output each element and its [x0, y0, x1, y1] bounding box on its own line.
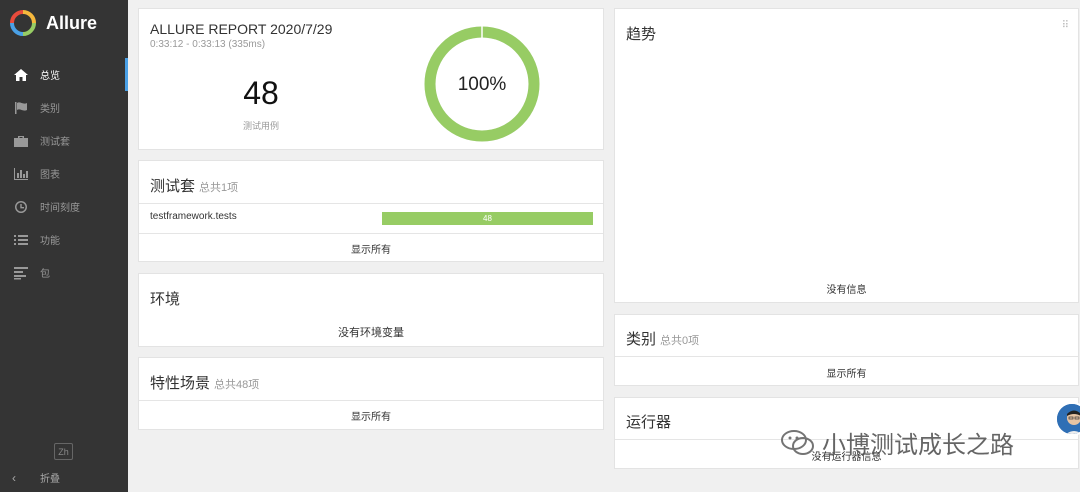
clock-icon — [12, 200, 30, 214]
features-header: 特性场景 总共48项 — [150, 372, 259, 393]
categories-title: 类别 — [626, 331, 657, 348]
trend-title: 趋势 — [626, 26, 657, 43]
app-logo[interactable]: Allure — [10, 10, 97, 36]
divider — [139, 203, 603, 204]
pass-rate-donut[interactable]: 100% — [423, 25, 541, 143]
environment-title: 环境 — [150, 291, 181, 308]
divider — [139, 233, 603, 234]
sidebar-item-label: 包 — [40, 269, 50, 280]
language-switch-button[interactable]: Zh — [54, 443, 73, 460]
executors-title: 运行器 — [626, 414, 672, 431]
features-show-all-link[interactable]: 显示所有 — [139, 408, 603, 423]
collapse-sidebar-button[interactable]: ‹ 折叠 — [12, 470, 60, 486]
briefcase-icon — [12, 134, 30, 148]
flag-icon — [12, 101, 30, 115]
chevron-left-icon: ‹ — [12, 470, 16, 485]
suites-title: 测试套 — [150, 178, 196, 195]
features-widget: 特性场景 总共48项 显示所有 — [138, 357, 604, 430]
divider — [615, 356, 1078, 357]
sidebar-item-overview[interactable]: 总览 — [0, 58, 128, 91]
sidebar-item-label: 测试套 — [40, 137, 70, 148]
suites-header: 测试套 总共1项 — [150, 175, 238, 196]
suites-count: 总共1项 — [199, 182, 239, 194]
executors-header: 运行器 — [626, 411, 671, 432]
home-icon — [12, 68, 30, 82]
user-avatar-icon — [1057, 404, 1080, 434]
collapse-label: 折叠 — [40, 474, 60, 485]
report-title: ALLURE REPORT 2020/7/29 — [150, 21, 333, 37]
wechat-icon — [781, 429, 814, 455]
drag-handle-icon[interactable]: ⠿ — [1062, 20, 1069, 31]
sidebar-item-graphs[interactable]: 图表 — [0, 157, 128, 190]
sidebar-item-behaviors[interactable]: 功能 — [0, 223, 128, 256]
bar-chart-icon — [12, 167, 30, 181]
sidebar-item-categories[interactable]: 类别 — [0, 91, 128, 124]
list-icon — [12, 233, 30, 247]
environment-widget: 环境 没有环境变量 — [138, 273, 604, 347]
suites-widget: 测试套 总共1项 testframework.tests 48 显示所有 — [138, 160, 604, 262]
watermark: 小博测试成长之路 — [780, 425, 1014, 460]
allure-logo-icon — [10, 10, 36, 36]
report-time: 0:33:12 - 0:33:13 (335ms) — [150, 39, 266, 50]
sidebar-item-label: 图表 — [40, 170, 60, 181]
trend-empty-text: 没有信息 — [826, 285, 867, 296]
categories-widget: 类别 总共0项 显示所有 — [614, 314, 1079, 386]
categories-header: 类别 总共0项 — [626, 328, 699, 349]
sidebar-item-suites[interactable]: 测试套 — [0, 124, 128, 157]
sidebar-nav: 总览 类别 测试套 图表 时间刻度 功能 包 — [0, 58, 128, 289]
sidebar-item-packages[interactable]: 包 — [0, 256, 128, 289]
suite-row-name[interactable]: testframework.tests — [150, 211, 237, 222]
sidebar-item-label: 时间刻度 — [40, 203, 80, 214]
summary-widget: ALLURE REPORT 2020/7/29 0:33:12 - 0:33:1… — [138, 8, 604, 150]
sidebar-item-label: 功能 — [40, 236, 60, 247]
sidebar: Allure 总览 类别 测试套 图表 时间刻度 功能 包 Zh ‹ 折叠 — [0, 0, 128, 492]
align-left-icon — [12, 266, 30, 280]
trend-widget: 趋势 ⠿ 没有信息 — [614, 8, 1079, 303]
test-case-count-label: 测试用例 — [242, 121, 279, 131]
features-title: 特性场景 — [150, 375, 211, 392]
sidebar-item-label: 类别 — [40, 104, 60, 115]
pass-rate-percent: 100% — [458, 74, 507, 95]
environment-header: 环境 — [150, 288, 180, 309]
environment-empty-text: 没有环境变量 — [338, 327, 404, 339]
suites-show-all-link[interactable]: 显示所有 — [139, 241, 603, 256]
sidebar-item-timeline[interactable]: 时间刻度 — [0, 190, 128, 223]
sidebar-item-label: 总览 — [40, 71, 60, 82]
suite-row-bar[interactable]: 48 — [382, 212, 593, 225]
app-name: Allure — [46, 12, 98, 33]
categories-count: 总共0项 — [660, 335, 700, 347]
test-case-count: 48 — [243, 75, 279, 111]
watermark-text: 小博测试成长之路 — [822, 432, 1014, 459]
divider — [139, 400, 603, 401]
trend-header: 趋势 — [626, 23, 656, 44]
categories-show-all-link[interactable]: 显示所有 — [615, 365, 1078, 380]
features-count: 总共48项 — [214, 379, 260, 391]
